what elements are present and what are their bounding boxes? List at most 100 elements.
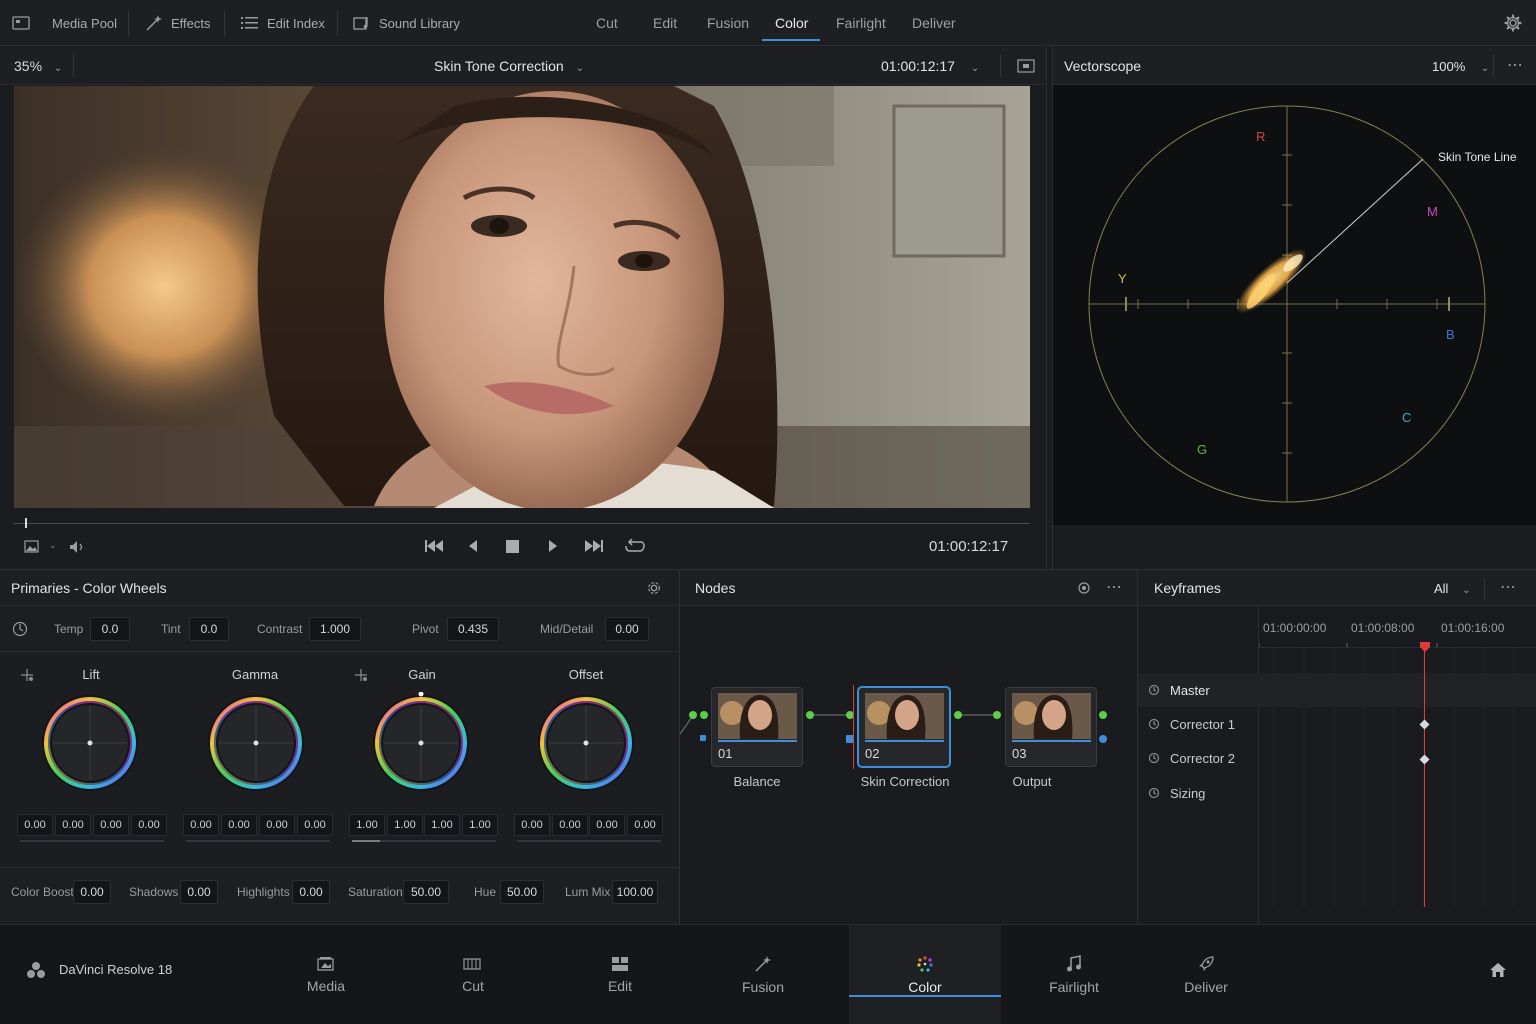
clip-name-dropdown[interactable]: Skin Tone Correction ⌄: [434, 58, 584, 74]
bottom-tab-cut[interactable]: Cut: [413, 925, 533, 1024]
bottom-tab-fusion[interactable]: Fusion: [703, 925, 823, 1024]
node-01[interactable]: 01: [711, 687, 803, 767]
track-corrector-2[interactable]: Corrector 2: [1138, 741, 1258, 775]
keyframe-playhead[interactable]: [1424, 647, 1425, 907]
lift-value-r[interactable]: 0.00: [55, 814, 91, 836]
panel-settings-gear-icon[interactable]: [646, 580, 662, 596]
tab-cut[interactable]: Cut: [596, 0, 618, 46]
clip-name: Skin Tone Correction: [434, 58, 564, 74]
contrast-field[interactable]: 1.000: [309, 617, 361, 641]
more-options-icon[interactable]: ⋯: [1500, 577, 1516, 597]
node-graph[interactable]: 01 Balance 02 Skin Correction 03 Output: [680, 607, 1137, 924]
timecode-dropdown[interactable]: 01:00:12:17 ⌄: [881, 58, 979, 74]
more-options-icon[interactable]: ⋯: [1507, 55, 1524, 75]
temp-field[interactable]: 0.0: [90, 617, 130, 641]
bottom-tab-edit[interactable]: Edit: [560, 925, 680, 1024]
node-03-input[interactable]: [993, 711, 1001, 719]
node-03[interactable]: 03: [1005, 687, 1097, 767]
play-reverse-icon[interactable]: [466, 538, 480, 554]
node-03-output[interactable]: [1099, 711, 1107, 719]
track-master[interactable]: Master: [1138, 673, 1258, 707]
node-02[interactable]: 02: [858, 687, 950, 767]
lum-mix-field[interactable]: 100.00: [612, 880, 658, 904]
keyframes-filter-dropdown[interactable]: All ⌄: [1434, 581, 1470, 596]
hue-field[interactable]: 50.00: [500, 880, 544, 904]
edit-index-button[interactable]: Edit Index: [241, 0, 325, 46]
settings-gear-icon[interactable]: [1504, 14, 1522, 32]
bottom-tab-fairlight[interactable]: Fairlight: [1014, 925, 1134, 1024]
node-01-output[interactable]: [806, 711, 814, 719]
auto-balance-icon[interactable]: [12, 621, 28, 637]
gamma-master-slider[interactable]: [186, 840, 330, 842]
node-02-output[interactable]: [954, 711, 962, 719]
scope-zoom-dropdown[interactable]: 100% ⌄: [1432, 59, 1489, 74]
gain-picker-icon[interactable]: [354, 668, 368, 682]
gain-value-b[interactable]: 1.00: [462, 814, 498, 836]
loop-icon[interactable]: [624, 537, 646, 555]
tab-deliver[interactable]: Deliver: [912, 0, 956, 46]
node-01-key-input[interactable]: [700, 735, 706, 741]
scrubber-playhead[interactable]: [25, 518, 27, 528]
scrubber-track[interactable]: [14, 523, 1030, 524]
bottom-tab-deliver[interactable]: Deliver: [1146, 925, 1266, 1024]
gamma-value-y[interactable]: 0.00: [183, 814, 219, 836]
gain-wheel[interactable]: [370, 692, 472, 794]
skip-to-end-icon[interactable]: [584, 538, 604, 554]
saturation-field[interactable]: 50.00: [403, 880, 449, 904]
offset-wheel[interactable]: [535, 692, 637, 794]
effects-button[interactable]: Effects: [145, 0, 211, 46]
offset-value-y[interactable]: 0.00: [514, 814, 550, 836]
lift-value-b[interactable]: 0.00: [131, 814, 167, 836]
track-sizing[interactable]: Sizing: [1138, 776, 1258, 810]
node-03-alpha-output[interactable]: [1099, 735, 1107, 743]
pivot-field[interactable]: 0.435: [447, 617, 499, 641]
mid-detail-field[interactable]: 0.00: [605, 617, 649, 641]
tab-edit[interactable]: Edit: [653, 0, 677, 46]
offset-value-g[interactable]: 0.00: [589, 814, 625, 836]
gamma-value-r[interactable]: 0.00: [221, 814, 257, 836]
lift-value-y[interactable]: 0.00: [17, 814, 53, 836]
tint-field[interactable]: 0.0: [189, 617, 229, 641]
offset-master-slider[interactable]: [517, 840, 661, 842]
stop-icon[interactable]: [505, 539, 521, 555]
media-pool-button[interactable]: Media Pool: [12, 0, 117, 46]
shadows-field[interactable]: 0.00: [180, 880, 218, 904]
gain-value-y[interactable]: 1.00: [349, 814, 385, 836]
track-corrector-1[interactable]: Corrector 1: [1138, 707, 1258, 741]
gamma-value-g[interactable]: 0.00: [259, 814, 295, 836]
gamma-wheel[interactable]: [205, 692, 307, 794]
zoom-dropdown[interactable]: 35% ⌄: [14, 58, 62, 74]
keyframe-corrector-1[interactable]: [1419, 719, 1430, 730]
gain-value-r[interactable]: 1.00: [387, 814, 423, 836]
bottom-tab-color[interactable]: Color: [849, 925, 1001, 1024]
offset-value-b[interactable]: 0.00: [627, 814, 663, 836]
tab-fairlight[interactable]: Fairlight: [836, 0, 886, 46]
keyframe-corrector-2[interactable]: [1419, 754, 1430, 765]
lift-wheel[interactable]: [39, 692, 141, 794]
highlights-field[interactable]: 0.00: [292, 880, 330, 904]
more-options-icon[interactable]: ⋯: [1106, 577, 1122, 597]
sound-library-button[interactable]: Sound Library: [353, 0, 460, 46]
viewer-image[interactable]: [14, 86, 1030, 508]
image-options-icon[interactable]: [24, 540, 40, 554]
tab-fusion[interactable]: Fusion: [707, 0, 749, 46]
playhead-marker[interactable]: [1419, 641, 1431, 653]
vectorscope-header: Vectorscope 100% ⌄ ⋯: [1053, 47, 1536, 85]
chevron-down-icon[interactable]: ⌄: [49, 540, 57, 551]
skip-to-start-icon[interactable]: [424, 538, 444, 554]
gamma-value-b[interactable]: 0.00: [297, 814, 333, 836]
lift-value-g[interactable]: 0.00: [93, 814, 129, 836]
play-icon[interactable]: [546, 538, 560, 554]
viewer-mode-icon[interactable]: [1017, 59, 1035, 73]
input-connector[interactable]: [689, 711, 697, 719]
color-boost-field[interactable]: 0.00: [73, 880, 111, 904]
lift-picker-icon[interactable]: [20, 668, 34, 682]
node-settings-icon[interactable]: [1077, 581, 1091, 595]
offset-value-r[interactable]: 0.00: [552, 814, 588, 836]
bottom-tab-media[interactable]: Media: [266, 925, 386, 1024]
lift-master-slider[interactable]: [20, 840, 164, 842]
node-01-input[interactable]: [700, 711, 708, 719]
home-icon[interactable]: [1489, 962, 1507, 978]
gain-value-g[interactable]: 1.00: [424, 814, 460, 836]
volume-icon[interactable]: [68, 539, 86, 555]
